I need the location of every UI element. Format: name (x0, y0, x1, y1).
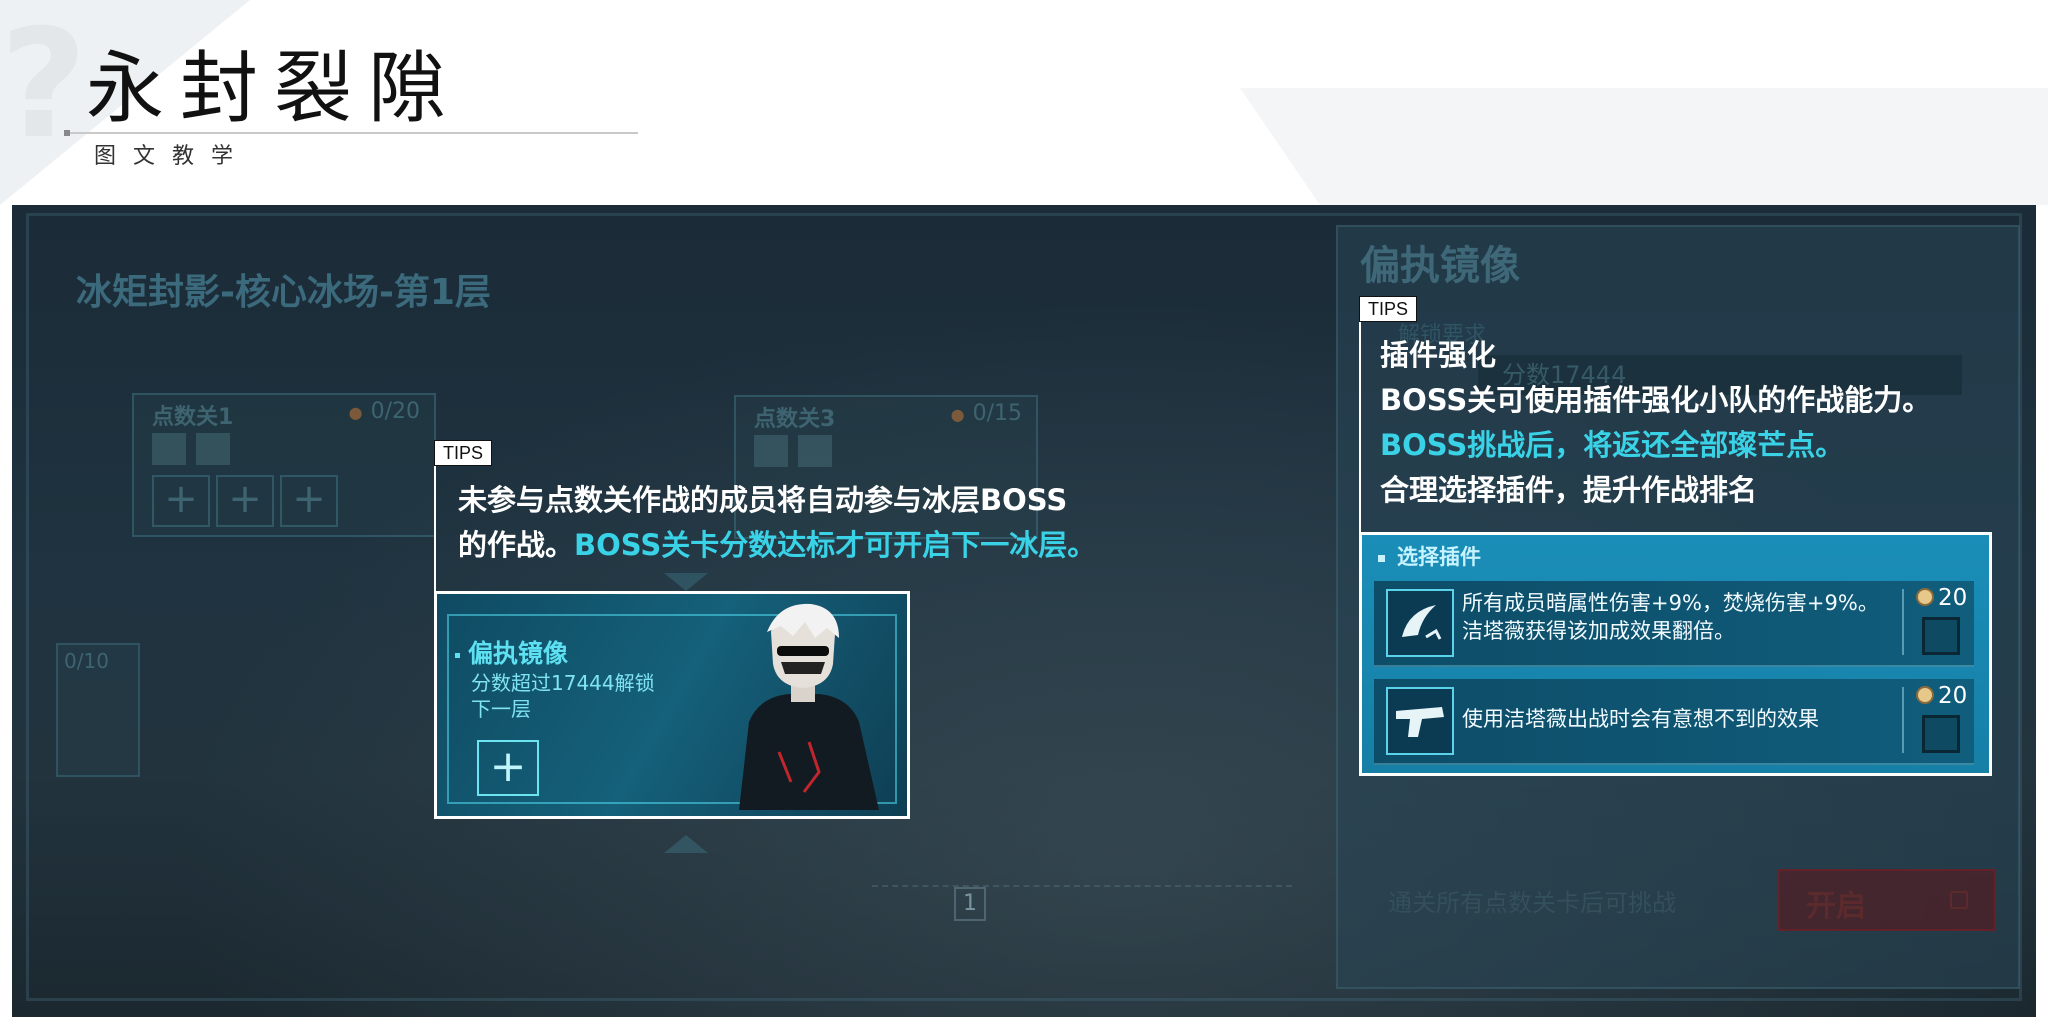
tips-tag-left: TIPS (434, 440, 493, 466)
tips-right-line2: BOSS挑战后，将返还全部璨芒点。 (1380, 428, 1845, 462)
plugin-panel-header: 选择插件 (1378, 541, 1481, 571)
tips-left-line2-cyan: BOSS关卡分数达标才可开启下一冰层。 (574, 528, 1097, 562)
plugin-item-2[interactable]: 使用洁塔薇出战时会有意想不到的效果 20 (1374, 679, 1974, 765)
character-portrait-icon (739, 603, 879, 810)
plugin-checkbox[interactable] (1922, 715, 1960, 753)
add-member-slot[interactable]: + (280, 475, 338, 527)
boss-title: 偏执镜像 (1360, 243, 1520, 289)
arrow-up-icon[interactable] (664, 835, 708, 853)
stage-card-left[interactable]: 0/10 (56, 643, 140, 777)
floor-number[interactable]: 1 (954, 887, 986, 921)
stage-name: 点数关3 (754, 407, 836, 432)
plugin-select-panel: 选择插件 所有成员暗属性伤害+9%，焚烧伤害+9%。洁塔薇获得该加成效果翻倍。 … (1359, 532, 1992, 776)
plugin-description: 所有成员暗属性伤害+9%，焚烧伤害+9%。洁塔薇获得该加成效果翻倍。 (1462, 591, 1879, 643)
tips-left-line2: 的作战。BOSS关卡分数达标才可开启下一冰层。 (458, 523, 1096, 568)
stage-card-1[interactable]: 点数关1 0/20 + + + (132, 393, 436, 537)
element-icon (754, 435, 788, 467)
tips-right-line1: BOSS关可使用插件强化小队的作战能力。 (1380, 383, 1932, 417)
element-icon (196, 433, 230, 465)
arrow-down-icon (664, 573, 708, 591)
boss-preview-card[interactable]: 偏执镜像 分数超过17444解锁 下一层 + (434, 591, 910, 819)
plugin-cost: 20 (1916, 585, 1967, 611)
tips-text-left: 未参与点数关作战的成员将自动参与冰层BOSS 的作战。BOSS关卡分数达标才可开… (458, 478, 1096, 568)
tips-right-line3: 合理选择插件，提升作战排名 (1380, 473, 1758, 507)
plugin-description: 使用洁塔薇出战时会有意想不到的效果 (1462, 707, 1819, 731)
plugin-cost: 20 (1916, 683, 1967, 709)
tips-tag-right: TIPS (1359, 296, 1418, 322)
divider (1902, 687, 1904, 753)
element-icon (798, 435, 832, 467)
claw-blade-icon (1386, 589, 1454, 657)
stage-count: 0/20 (349, 399, 420, 424)
add-member-slot[interactable]: + (216, 475, 274, 527)
tips-left-line2-white: 的作战。 (458, 528, 575, 562)
stage-name: 点数关1 (152, 405, 234, 430)
add-member-slot[interactable]: + (152, 475, 210, 527)
page-subtitle: 图文教学 (94, 144, 251, 169)
preview-title: 偏执镜像 (455, 634, 568, 670)
challenge-condition: 通关所有点数关卡后可挑战 (1388, 889, 1676, 917)
page-title: 永封裂隙 (86, 44, 463, 134)
tips-text-right: 插件强化 BOSS关可使用插件强化小队的作战能力。 BOSS挑战后，将返还全部璨… (1380, 333, 1931, 513)
tips-connector-right (1359, 322, 1361, 534)
open-button-label: 开启 (1806, 889, 1866, 924)
floor-progress-bar (872, 885, 1292, 927)
stage-count: 0/15 (951, 401, 1022, 426)
tips-connector-left (434, 466, 436, 592)
divider (1902, 589, 1904, 655)
plugin-checkbox[interactable] (1922, 617, 1960, 655)
stage-count: 0/10 (64, 649, 109, 673)
element-icon (152, 433, 186, 465)
pistol-icon (1386, 687, 1454, 755)
title-divider (64, 130, 638, 136)
open-button[interactable]: 开启 (1778, 869, 1996, 931)
preview-desc-line1: 分数超过17444解锁 (471, 671, 655, 695)
tips-right-heading: 插件强化 (1380, 338, 1497, 372)
floor-title: 冰矩封影-核心冰场-第1层 (76, 272, 491, 313)
preview-desc-line2: 下一层 (471, 697, 531, 721)
plugin-item-1[interactable]: 所有成员暗属性伤害+9%，焚烧伤害+9%。洁塔薇获得该加成效果翻倍。 20 (1374, 581, 1974, 667)
tips-left-line1: 未参与点数关作战的成员将自动参与冰层BOSS (458, 483, 1068, 517)
add-member-button[interactable]: + (477, 740, 539, 796)
header-decoration-right (1240, 88, 2048, 205)
preview-description: 分数超过17444解锁 下一层 (471, 670, 701, 722)
lock-icon (1950, 891, 1968, 909)
